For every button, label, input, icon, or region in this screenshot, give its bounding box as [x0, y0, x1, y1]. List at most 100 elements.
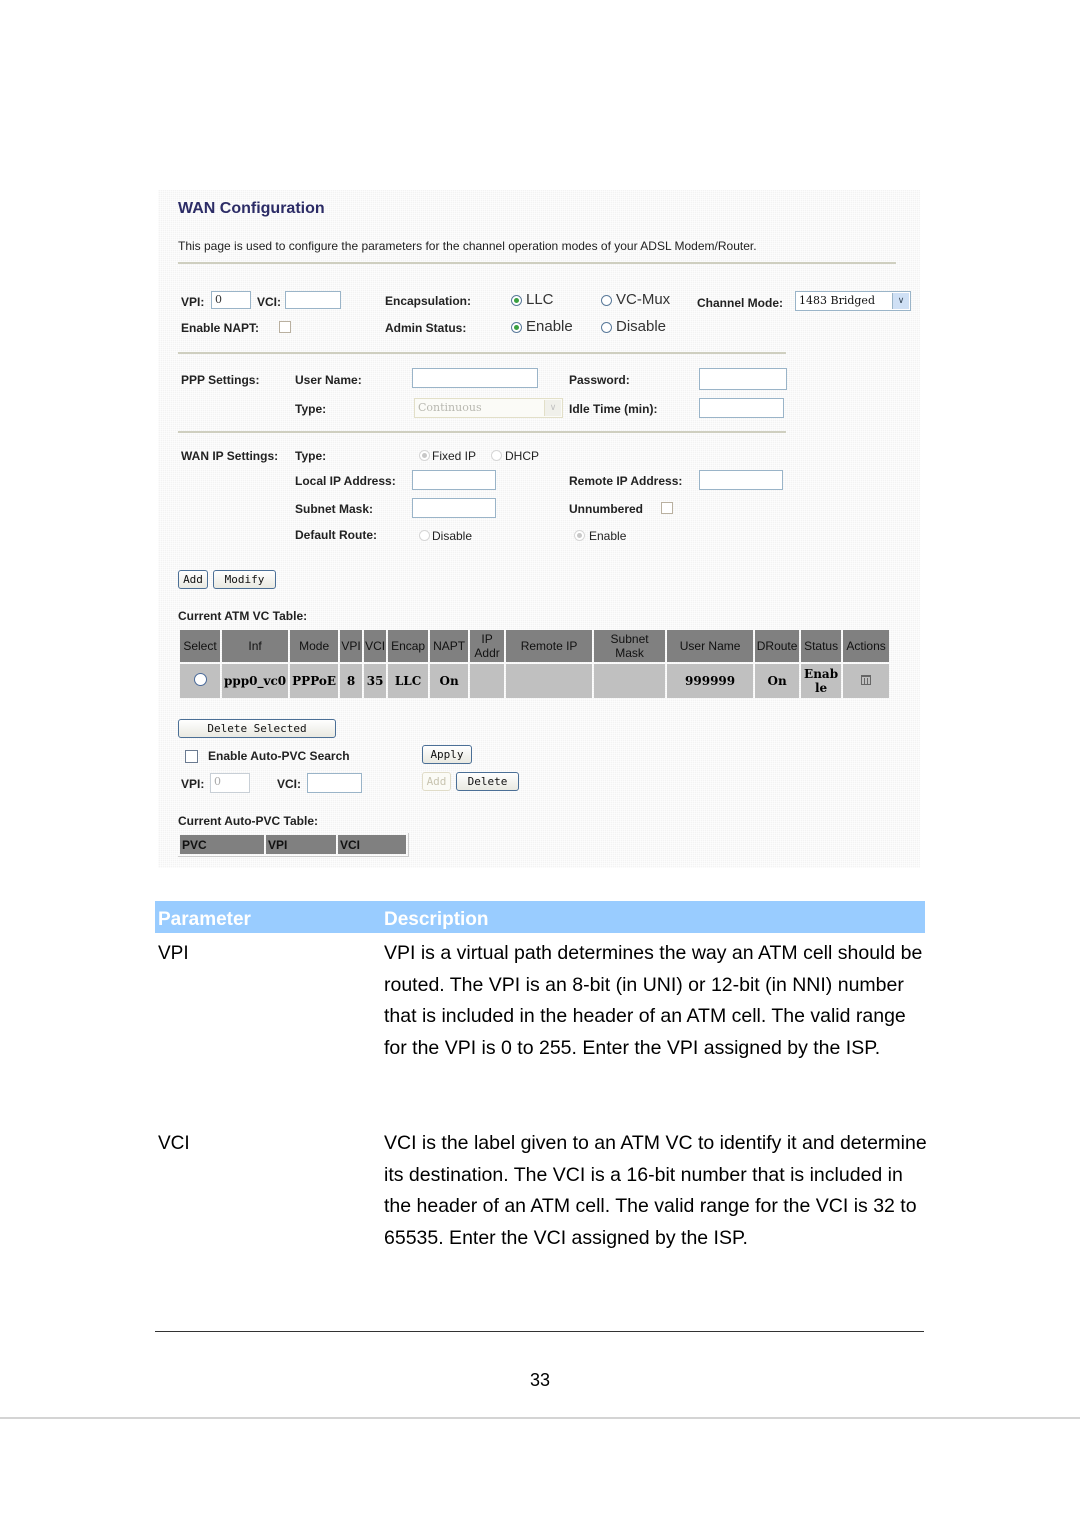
col-header: Mode: [290, 630, 339, 662]
encap-cell: LLC: [388, 664, 429, 698]
encap-llc-radio[interactable]: [511, 295, 522, 306]
footer-divider: [155, 1331, 924, 1332]
user-name-label: User Name:: [295, 373, 362, 387]
fixed-ip-radio[interactable]: [419, 450, 430, 461]
user-name-input[interactable]: [412, 368, 538, 388]
default-route-enable-label: Enable: [589, 529, 627, 543]
vci-input[interactable]: [285, 291, 341, 309]
subnet-mask-cell: [594, 664, 666, 698]
divider: [178, 262, 896, 264]
wan-ip-settings-label: WAN IP Settings:: [181, 449, 279, 463]
col-header: VPI: [340, 630, 363, 662]
table-header-row: Select Inf Mode VPI VCI Encap NAPT IP Ad…: [180, 630, 890, 662]
connection-type-select[interactable]: Continuous ∨: [414, 398, 563, 418]
encap-vcmux-label: VC-Mux: [616, 291, 671, 308]
parameter-name-vpi: VPI: [158, 943, 189, 964]
encap-llc-label: LLC: [526, 291, 554, 308]
connection-type-value: Continuous: [418, 401, 482, 414]
local-ip-input[interactable]: [412, 470, 496, 490]
col-header: VCI: [364, 630, 387, 662]
wan-config-screenshot: WAN Configuration This page is used to c…: [158, 190, 920, 868]
parameter-description-vpi: VPI is a virtual path determines the way…: [384, 942, 923, 1059]
col-header: Encap: [388, 630, 429, 662]
intro-text: This page is used to configure the param…: [178, 239, 757, 253]
page-title: WAN Configuration: [178, 200, 325, 217]
auto-pvc-checkbox[interactable]: [185, 750, 198, 763]
chevron-down-icon: ∨: [892, 293, 909, 309]
idle-time-label: Idle Time (min):: [569, 402, 658, 416]
admin-enable-label: Enable: [526, 318, 573, 335]
user-name-cell: 999999: [667, 664, 754, 698]
auto-pvc-vci-input[interactable]: [307, 773, 362, 793]
admin-disable-radio[interactable]: [601, 322, 612, 333]
dhcp-radio[interactable]: [491, 450, 502, 461]
actions-cell: [843, 664, 890, 698]
atm-table-caption: Current ATM VC Table:: [178, 609, 308, 623]
pvc-delete-button[interactable]: Delete: [456, 772, 519, 791]
remote-ip-cell: [506, 664, 593, 698]
modify-button[interactable]: Modify: [213, 570, 276, 589]
ppp-settings-label: PPP Settings:: [181, 373, 260, 387]
enable-napt-label: Enable NAPT:: [181, 321, 260, 335]
vpi-input[interactable]: 0: [211, 291, 251, 309]
col-header: Select: [180, 630, 220, 662]
type-label: Type:: [295, 402, 327, 416]
password-input[interactable]: [699, 368, 787, 390]
auto-pvc-vci-label: VCI:: [277, 777, 301, 791]
auto-pvc-vpi-input[interactable]: 0: [210, 773, 250, 793]
table-row: ppp0_vc0 PPPoE 8 35 LLC On 999999 On Ena…: [180, 664, 890, 698]
remote-ip-label: Remote IP Address:: [569, 474, 683, 488]
col-header: Status: [801, 630, 842, 662]
chevron-down-icon: ∨: [544, 400, 561, 416]
col-header: DRoute: [755, 630, 800, 662]
droute-cell: On: [755, 664, 800, 698]
inf-cell: ppp0_vc0: [222, 664, 289, 698]
channel-mode-select[interactable]: 1483 Bridged ∨: [795, 291, 911, 311]
default-route-disable-radio[interactable]: [419, 530, 430, 541]
pvc-add-button[interactable]: Add: [422, 772, 451, 791]
unnumbered-label: Unnumbered: [569, 502, 644, 516]
default-route-label: Default Route:: [295, 528, 377, 542]
auto-pvc-table-caption: Current Auto-PVC Table:: [178, 814, 318, 828]
col-header: Remote IP: [506, 630, 593, 662]
col-header: User Name: [667, 630, 754, 662]
row-select-radio[interactable]: [193, 673, 207, 686]
encap-vcmux-radio[interactable]: [601, 295, 612, 306]
vci-cell: 35: [364, 664, 387, 698]
page-bottom-divider: [0, 1417, 1080, 1419]
fixed-ip-label: Fixed IP: [432, 449, 477, 463]
atm-vc-table: Select Inf Mode VPI VCI Encap NAPT IP Ad…: [178, 628, 891, 700]
col-header: VPI: [266, 835, 336, 854]
auto-pvc-label: Enable Auto-PVC Search: [208, 749, 350, 763]
parameter-description-vci: VCI is the label given to an ATM VC to i…: [384, 1132, 927, 1249]
col-header: VCI: [338, 835, 406, 854]
mode-cell: PPPoE: [290, 664, 339, 698]
dhcp-label: DHCP: [505, 449, 540, 463]
enable-napt-checkbox[interactable]: [279, 321, 291, 333]
admin-status-label: Admin Status:: [385, 321, 467, 335]
select-cell[interactable]: [180, 664, 220, 698]
default-route-enable-radio[interactable]: [574, 530, 585, 541]
status-cell: Enable: [801, 664, 842, 698]
channel-mode-value: 1483 Bridged: [799, 294, 875, 307]
parameter-name-vci: VCI: [158, 1133, 190, 1154]
page-number: 33: [529, 1370, 551, 1390]
channel-mode-label: Channel Mode:: [697, 296, 783, 310]
divider: [178, 431, 786, 433]
idle-time-input[interactable]: [699, 398, 784, 418]
admin-enable-radio[interactable]: [511, 322, 522, 333]
local-ip-label: Local IP Address:: [295, 474, 396, 488]
vci-label: VCI:: [257, 295, 281, 309]
remote-ip-input[interactable]: [699, 470, 783, 490]
apply-button[interactable]: Apply: [422, 745, 472, 764]
auto-pvc-table: PVC VPI VCI: [178, 833, 409, 857]
delete-selected-button[interactable]: Delete Selected: [178, 719, 336, 738]
parameter-table-header: Parameter Description: [155, 901, 925, 933]
subnet-mask-input[interactable]: [412, 498, 496, 518]
unnumbered-checkbox[interactable]: [661, 502, 673, 514]
col-header: Inf: [222, 630, 289, 662]
admin-disable-label: Disable: [616, 318, 667, 335]
add-button[interactable]: Add: [178, 570, 208, 589]
trash-icon[interactable]: [861, 675, 872, 685]
col-header: IP Addr: [470, 630, 505, 662]
